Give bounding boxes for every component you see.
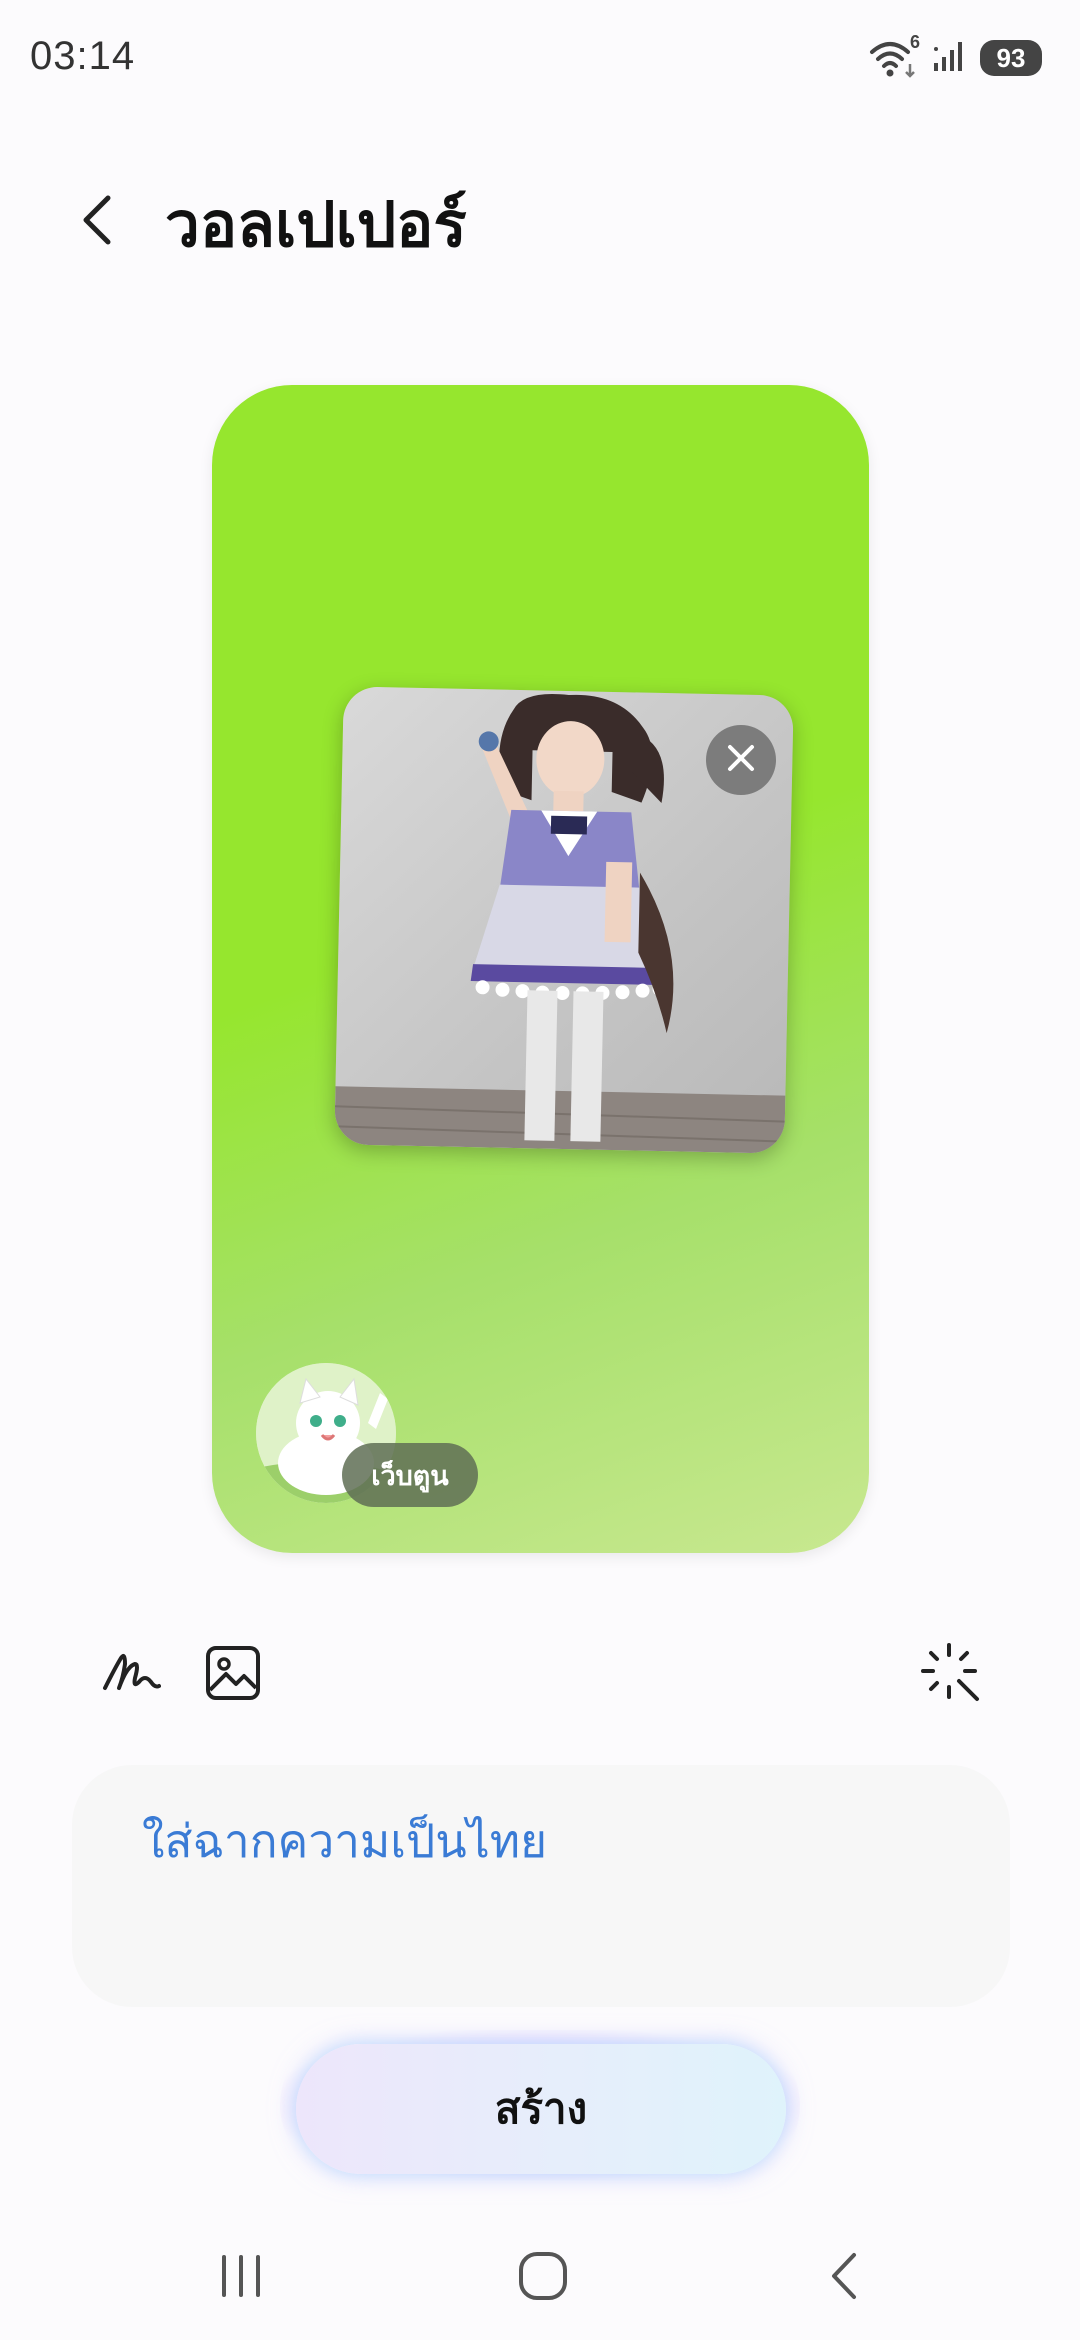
remove-photo-button[interactable] [706, 725, 776, 795]
ai-sparkle-icon [919, 1641, 983, 1709]
page-title: วอลเปเปอร์ [165, 188, 467, 261]
nav-back-button[interactable] [800, 2233, 890, 2323]
wifi-badge: 6 [909, 32, 920, 52]
ai-sparkle-button[interactable] [916, 1640, 986, 1710]
signal-icon [932, 39, 968, 77]
prompt-input[interactable]: ใส่ฉากความเป็นไทย [72, 1765, 1010, 2007]
recents-icon [216, 2251, 266, 2305]
chevron-left-icon [70, 195, 130, 264]
image-button[interactable] [198, 1640, 268, 1710]
wallpaper-preview[interactable]: เว็บตูน [212, 385, 869, 1553]
create-button[interactable]: สร้าง [296, 2044, 786, 2174]
close-icon [724, 741, 758, 779]
prompt-text[interactable]: ใส่ฉากความเป็นไทย [142, 1805, 547, 1878]
status-icons: 6 93 [868, 32, 1042, 78]
avatar-style-label[interactable]: เว็บตูน [342, 1443, 478, 1507]
handwriting-icon [101, 1648, 161, 1702]
nav-back-icon [820, 2249, 870, 2307]
image-icon [204, 1644, 262, 1706]
back-button[interactable] [70, 180, 130, 260]
home-icon [516, 2249, 570, 2307]
battery-indicator: 93 [980, 40, 1042, 76]
status-time: 03:14 [30, 34, 136, 78]
handwriting-button[interactable] [96, 1640, 166, 1710]
wifi-icon: 6 [868, 32, 920, 78]
home-button[interactable] [498, 2233, 588, 2323]
recents-button[interactable] [196, 2233, 286, 2323]
